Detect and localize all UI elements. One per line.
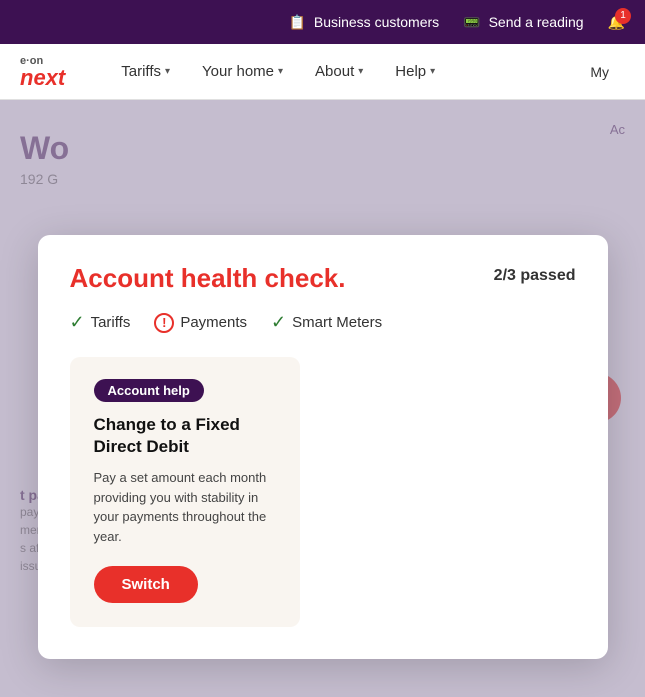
modal-passed: 2/3 passed (494, 267, 576, 285)
check-tariffs: ✓ Tariffs (70, 312, 131, 333)
modal-checks: ✓ Tariffs ! Payments ✓ Smart Meters (70, 312, 576, 333)
card-title: Change to a Fixed Direct Debit (94, 414, 276, 458)
card-description: Pay a set amount each month providing yo… (94, 468, 276, 546)
nav-my[interactable]: My (574, 44, 625, 100)
briefcase-icon: 📋 (288, 14, 305, 31)
notification-count: 1 (615, 8, 631, 24)
logo[interactable]: e·on next (20, 55, 65, 89)
notifications-link[interactable]: 🔔 1 (608, 14, 625, 31)
nav-your-home[interactable]: Your home ▾ (186, 44, 299, 100)
top-bar: 📋 Business customers 📟 Send a reading 🔔 … (0, 0, 645, 44)
nav-help[interactable]: Help ▾ (379, 44, 451, 100)
switch-button[interactable]: Switch (94, 566, 198, 603)
check-smart-meters: ✓ Smart Meters (271, 312, 382, 333)
modal-title: Account health check. (70, 263, 346, 294)
tariffs-chevron-icon: ▾ (165, 66, 170, 77)
modal-header: Account health check. 2/3 passed (70, 263, 576, 294)
check-pass-icon: ✓ (70, 312, 85, 333)
logo-next: next (20, 67, 65, 89)
send-reading-link[interactable]: 📟 Send a reading (463, 14, 583, 31)
about-chevron-icon: ▾ (358, 66, 363, 77)
nav-bar: e·on next Tariffs ▾ Your home ▾ About ▾ … (0, 44, 645, 100)
check-pass-icon-2: ✓ (271, 312, 286, 333)
your-home-chevron-icon: ▾ (278, 66, 283, 77)
check-warn-icon: ! (154, 313, 174, 333)
page-content: Wo 192 G Ac t paym payme ment is s after… (0, 100, 645, 597)
meter-icon: 📟 (463, 14, 480, 31)
nav-about[interactable]: About ▾ (299, 44, 379, 100)
card-badge: Account help (94, 379, 204, 402)
nav-tariffs[interactable]: Tariffs ▾ (105, 44, 186, 100)
check-payments: ! Payments (154, 313, 247, 333)
modal-overlay: Account health check. 2/3 passed ✓ Tarif… (0, 100, 645, 697)
nav-items: Tariffs ▾ Your home ▾ About ▾ Help ▾ My (105, 44, 625, 100)
account-help-card: Account help Change to a Fixed Direct De… (70, 357, 300, 627)
business-customers-link[interactable]: 📋 Business customers (288, 14, 439, 31)
account-health-modal: Account health check. 2/3 passed ✓ Tarif… (38, 235, 608, 659)
help-chevron-icon: ▾ (430, 66, 435, 77)
